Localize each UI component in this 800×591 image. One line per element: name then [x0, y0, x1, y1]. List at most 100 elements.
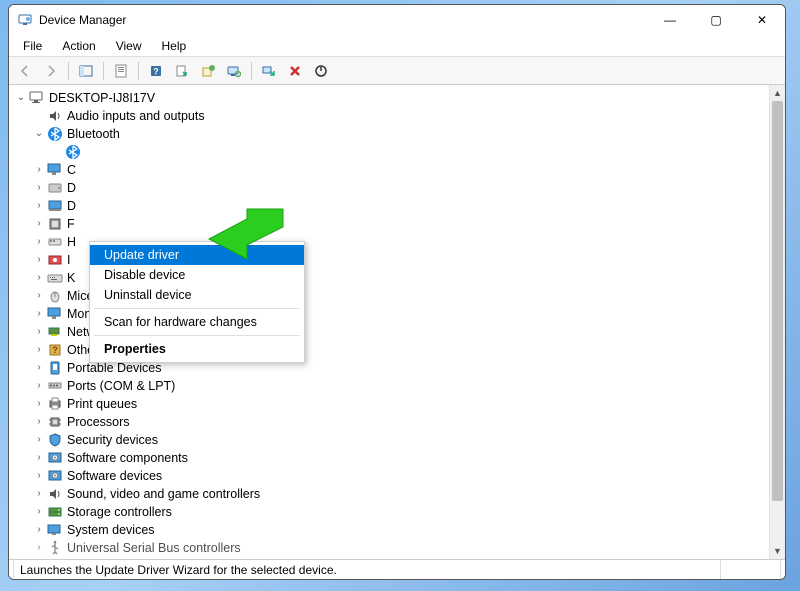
- chevron-right-icon[interactable]: ›: [33, 326, 45, 338]
- chevron-right-icon[interactable]: ›: [33, 218, 45, 230]
- ctx-disable-device[interactable]: Disable device: [90, 265, 304, 285]
- context-menu: Update driver Disable device Uninstall d…: [89, 241, 305, 363]
- window-title: Device Manager: [39, 13, 126, 27]
- properties-button[interactable]: [109, 60, 133, 82]
- chevron-right-icon[interactable]: ›: [33, 452, 45, 464]
- chevron-down-icon[interactable]: ⌄: [33, 128, 45, 140]
- mouse-icon: [47, 288, 63, 304]
- help-button[interactable]: ?: [144, 60, 168, 82]
- keyboard-icon: [47, 270, 63, 286]
- enable-device-button[interactable]: [257, 60, 281, 82]
- chevron-right-icon[interactable]: ›: [33, 236, 45, 248]
- ports-icon: [47, 378, 63, 394]
- maximize-button[interactable]: ▢: [693, 5, 739, 35]
- tree-category[interactable]: › Software devices: [11, 467, 785, 485]
- chevron-right-icon[interactable]: ›: [33, 416, 45, 428]
- minimize-button[interactable]: —: [647, 5, 693, 35]
- cpu-icon: [47, 414, 63, 430]
- chevron-down-icon[interactable]: ⌄: [15, 92, 27, 104]
- tree-category[interactable]: › F: [11, 215, 785, 233]
- tree-category[interactable]: › Security devices: [11, 431, 785, 449]
- chevron-right-icon[interactable]: ›: [33, 344, 45, 356]
- menu-action[interactable]: Action: [52, 37, 105, 55]
- category-label: Storage controllers: [67, 504, 172, 520]
- chevron-right-icon[interactable]: ›: [33, 524, 45, 536]
- tree-category[interactable]: › Sound, video and game controllers: [11, 485, 785, 503]
- category-label: Bluetooth: [67, 126, 120, 142]
- bluetooth-icon: [47, 126, 63, 142]
- chevron-right-icon[interactable]: ›: [33, 182, 45, 194]
- category-label: Print queues: [67, 396, 137, 412]
- chevron-right-icon[interactable]: ›: [33, 200, 45, 212]
- ctx-separator: [94, 308, 300, 309]
- chevron-right-icon[interactable]: ›: [33, 488, 45, 500]
- scroll-up-button[interactable]: ▲: [770, 85, 785, 101]
- tree-category[interactable]: › Processors: [11, 413, 785, 431]
- chevron-right-icon[interactable]: ›: [33, 506, 45, 518]
- chevron-right-icon[interactable]: ›: [33, 398, 45, 410]
- category-label: C: [67, 162, 76, 178]
- ctx-properties[interactable]: Properties: [90, 339, 304, 359]
- chevron-right-icon[interactable]: ›: [33, 290, 45, 302]
- security-icon: [47, 432, 63, 448]
- update-driver-button[interactable]: [196, 60, 220, 82]
- chevron-right-icon[interactable]: ›: [33, 362, 45, 374]
- status-panel: [721, 560, 781, 579]
- category-label: Security devices: [67, 432, 158, 448]
- chevron-right-icon[interactable]: ›: [33, 380, 45, 392]
- chevron-right-icon[interactable]: ›: [33, 272, 45, 284]
- category-label: Ports (COM & LPT): [67, 378, 175, 394]
- show-hide-tree-button[interactable]: [74, 60, 98, 82]
- tree-category[interactable]: › Ports (COM & LPT): [11, 377, 785, 395]
- display-adapter-icon: [47, 198, 63, 214]
- menu-view[interactable]: View: [106, 37, 152, 55]
- menubar: File Action View Help: [9, 35, 785, 57]
- tree-category[interactable]: › Print queues: [11, 395, 785, 413]
- status-text: Launches the Update Driver Wizard for th…: [13, 560, 721, 579]
- category-label: H: [67, 234, 76, 250]
- ctx-update-driver[interactable]: Update driver: [90, 245, 304, 265]
- category-label: I: [67, 252, 70, 268]
- tree-root[interactable]: ⌄ DESKTOP-IJ8I17V: [11, 89, 785, 107]
- category-label: Universal Serial Bus controllers: [67, 540, 241, 556]
- tree-category[interactable]: › Audio inputs and outputs: [11, 107, 785, 125]
- scan-hardware-button[interactable]: [222, 60, 246, 82]
- close-button[interactable]: ✕: [739, 5, 785, 35]
- forward-button[interactable]: [39, 60, 63, 82]
- chevron-right-icon[interactable]: ›: [33, 434, 45, 446]
- tree-category[interactable]: › System devices: [11, 521, 785, 539]
- hid-icon: [47, 234, 63, 250]
- toolbar: ?: [9, 57, 785, 85]
- usb-icon: [47, 540, 63, 556]
- chevron-right-icon[interactable]: ›: [33, 254, 45, 266]
- menu-file[interactable]: File: [13, 37, 52, 55]
- scroll-thumb[interactable]: [772, 101, 783, 501]
- chevron-right-icon[interactable]: ›: [33, 164, 45, 176]
- disk-icon: [47, 180, 63, 196]
- scroll-down-button[interactable]: ▼: [770, 543, 785, 559]
- tree-category-bluetooth[interactable]: ⌄ Bluetooth: [11, 125, 785, 143]
- menu-help[interactable]: Help: [152, 37, 197, 55]
- ctx-scan-hardware[interactable]: Scan for hardware changes: [90, 312, 304, 332]
- tree-category[interactable]: › D: [11, 179, 785, 197]
- category-label: Audio inputs and outputs: [67, 108, 205, 124]
- uninstall-device-button[interactable]: [283, 60, 307, 82]
- tree-container: ⌄ DESKTOP-IJ8I17V › Audio inputs and out…: [9, 85, 785, 559]
- tree-category[interactable]: › C: [11, 161, 785, 179]
- tree-category[interactable]: › Storage controllers: [11, 503, 785, 521]
- action-button[interactable]: [170, 60, 194, 82]
- disable-device-button[interactable]: [309, 60, 333, 82]
- tree-category[interactable]: › Software components: [11, 449, 785, 467]
- back-button[interactable]: [13, 60, 37, 82]
- category-label: Software devices: [67, 468, 162, 484]
- chevron-right-icon[interactable]: ›: [33, 542, 45, 554]
- category-label: D: [67, 180, 76, 196]
- root-label: DESKTOP-IJ8I17V: [49, 90, 155, 106]
- tree-category[interactable]: › D: [11, 197, 785, 215]
- ctx-uninstall-device[interactable]: Uninstall device: [90, 285, 304, 305]
- chevron-right-icon[interactable]: ›: [33, 308, 45, 320]
- chevron-right-icon[interactable]: ›: [33, 470, 45, 482]
- vertical-scrollbar[interactable]: ▲ ▼: [769, 85, 785, 559]
- tree-category[interactable]: › Universal Serial Bus controllers: [11, 539, 785, 557]
- tree-device-bluetooth-item[interactable]: [11, 143, 785, 161]
